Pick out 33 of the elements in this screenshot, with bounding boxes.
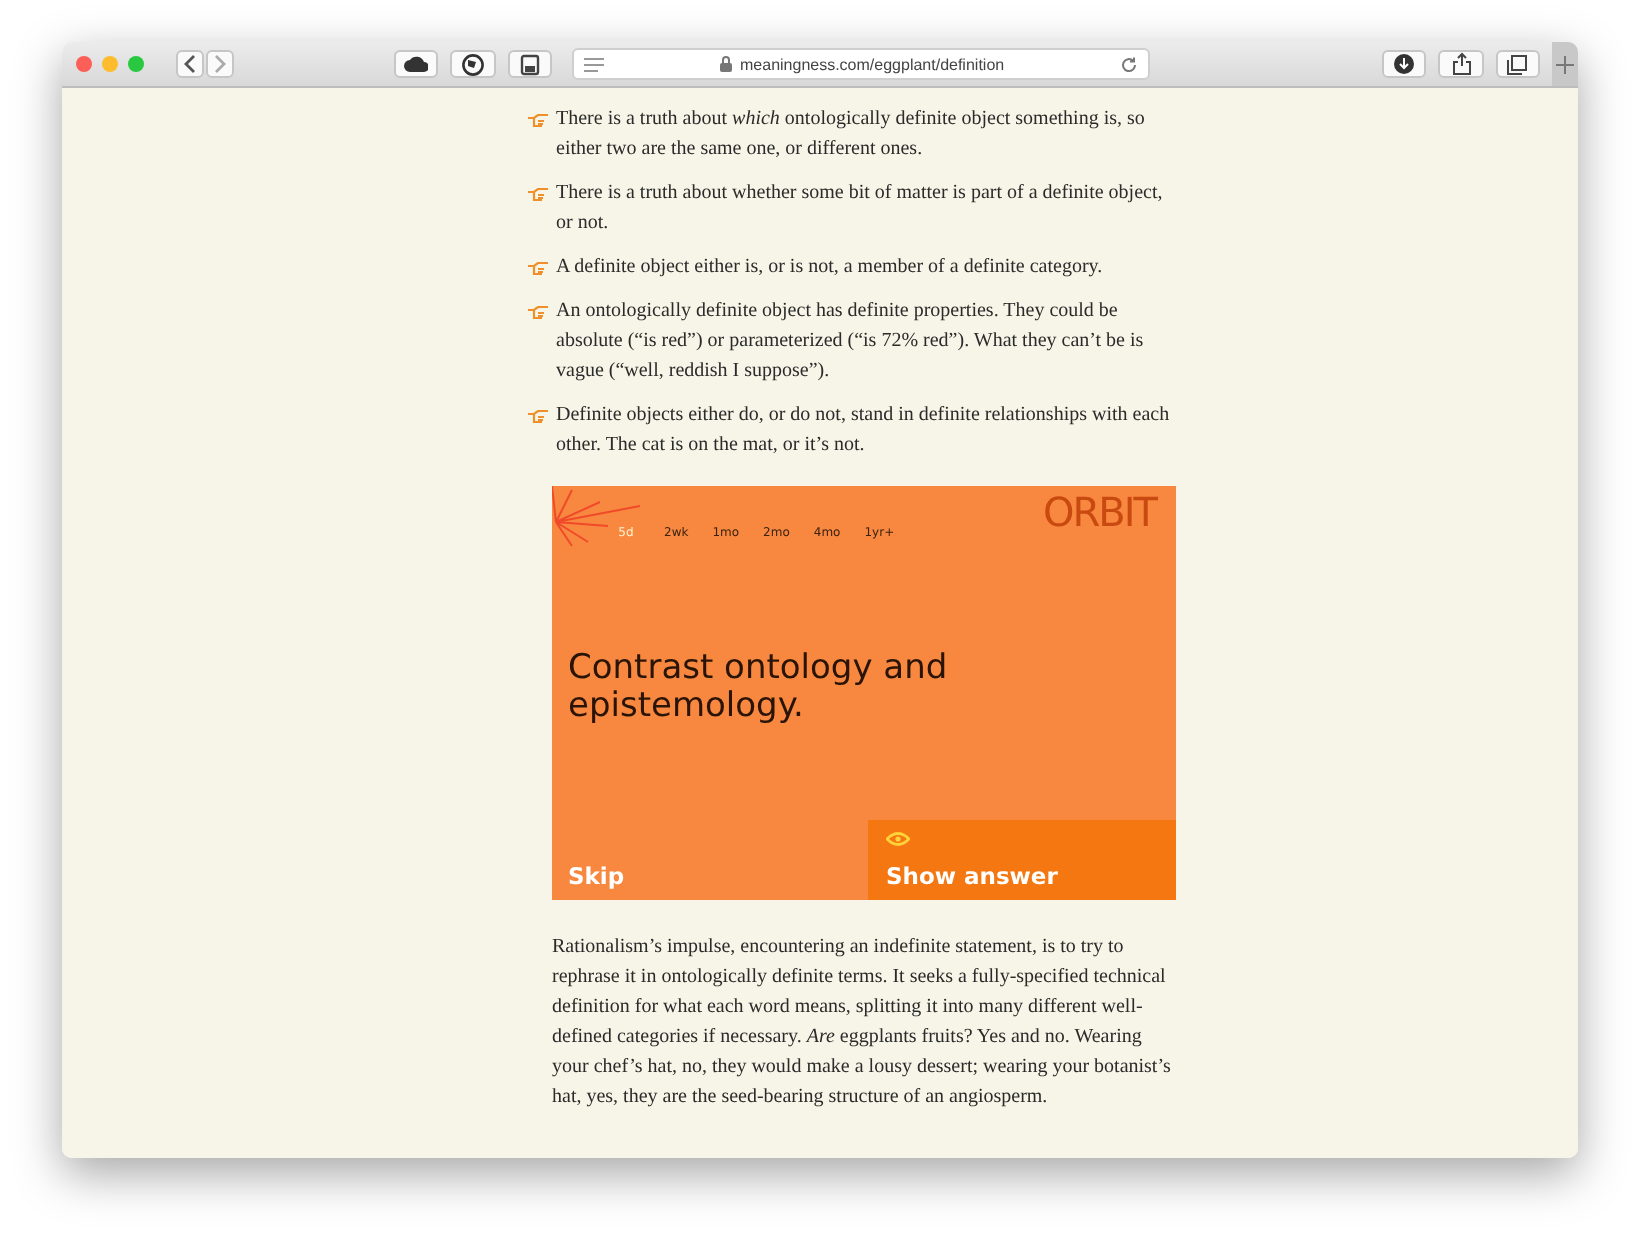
pointing-hand-icon <box>528 114 548 128</box>
logo-text: ORBIT <box>1043 498 1156 528</box>
skip-button[interactable]: Skip <box>552 820 868 900</box>
bullet-text: There is a truth about which ontologically definite object something is, so either two are the same one, or different ones. <box>556 106 1147 164</box>
pointing-hand-icon <box>528 188 548 202</box>
tabs-icon[interactable] <box>1495 50 1541 78</box>
pointing-hand-icon <box>528 262 548 276</box>
lock-icon <box>720 56 732 72</box>
show-answer-button[interactable]: Show answer <box>868 820 1176 900</box>
back-button[interactable] <box>176 50 204 78</box>
eye-icon <box>886 832 910 846</box>
reload-icon[interactable] <box>1120 55 1139 73</box>
cloud-icon[interactable] <box>394 50 439 78</box>
prompt-text: Contrast ontology and epistemology. <box>566 650 950 726</box>
download-icon[interactable] <box>1382 50 1427 78</box>
bullet-text: A definite object either is, or is not, a member of a definite category. <box>556 254 1105 282</box>
reader-icon[interactable] <box>583 57 604 71</box>
bullet-text: An ontologically definite object has definite properties. They could be absolute (“is red”) or parameterized (“is 72% red”). What they can’t be is vague (“well, reddish I suppose”). <box>556 298 1146 386</box>
paragraph: Rationalism’s impulse, encountering an indefinite statement, is to try to rephrase it in ontologically definite terms. It seeks a fully-specified technical definition for what each word means, splitting it into many different well-defined categories if necessary. Are eggplants fruits? Yes and no. Wearing your chef’s hat, no, they would make a lousy dessert; wearing your botanist’s hat, yes, they are the seed-bearing structure of an angiosperm. <box>552 934 1173 1112</box>
sunburst-icon <box>552 486 640 546</box>
new-tab-button[interactable] <box>1552 42 1578 86</box>
chevron-right-icon <box>212 54 228 74</box>
bullet-text: There is a truth about whether some bit of matter is part of a definite object, or not. <box>556 180 1165 238</box>
pointing-hand-icon <box>528 306 548 320</box>
pointing-hand-icon <box>528 410 548 424</box>
share-icon[interactable] <box>1438 50 1484 78</box>
plus-icon <box>1556 55 1575 73</box>
url-text: meaningness.com/eggplant/definition <box>740 55 1005 73</box>
document-icon[interactable] <box>507 50 552 78</box>
bullet-text: Definite objects either do, or do not, stand in definite relationships with each other. The cat is on the mat, or it’s not. <box>556 402 1172 460</box>
chevron-left-icon <box>182 54 198 74</box>
globe-icon[interactable] <box>450 50 496 78</box>
address-bar[interactable]: meaningness.com/eggplant/definition <box>571 48 1151 80</box>
